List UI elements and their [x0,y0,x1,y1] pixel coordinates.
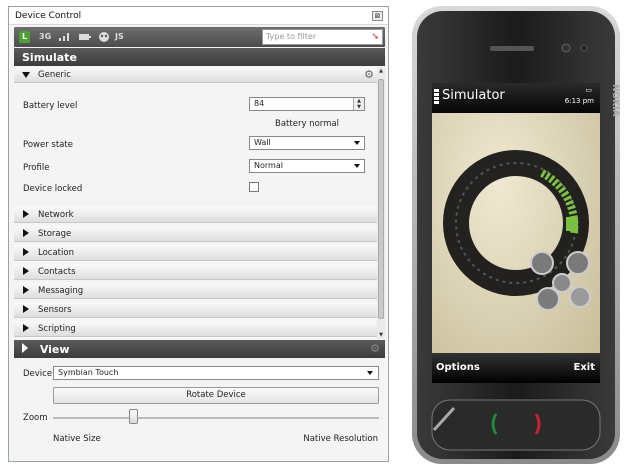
wallpaper-graphic [443,150,591,311]
shortcut-icon[interactable] [569,286,591,308]
section-label: Scripting [38,324,76,334]
screen-wallpaper [432,113,600,353]
softkey-bar: Options Exit [432,353,600,383]
device-locked-checkbox[interactable] [249,182,259,192]
collapsed-arrow-icon [23,210,29,218]
section-label: Messaging [38,286,84,296]
panel-title: Device Control [15,11,82,21]
power-state-value: Wall [254,138,271,147]
globe-icon[interactable] [98,31,110,43]
chevron-down-icon [354,164,360,168]
battery-level-spinbox[interactable]: 84 ▲ ▼ [249,97,365,111]
softkey-exit[interactable]: Exit [574,362,596,373]
zoom-min-label: Native Size [53,434,101,444]
shortcut-icon[interactable] [552,273,572,293]
section-sensors[interactable]: Sensors [14,302,378,318]
battery-icon[interactable] [78,31,92,43]
section-label: Sensors [38,305,72,315]
generic-section-header[interactable]: Generic ⚙ [14,67,378,83]
zoom-slider-handle[interactable] [129,409,139,424]
signal-icon[interactable] [58,31,72,43]
chevron-down-icon [367,371,373,375]
power-state-select[interactable]: Wall [249,136,365,150]
view-header[interactable]: View ⚙ [14,340,385,358]
section-messaging[interactable]: Messaging [14,283,378,299]
close-button[interactable]: ⊠ [372,11,383,21]
front-camera [561,43,571,53]
device-locked-label: Device locked [23,184,83,194]
zoom-label: Zoom [23,413,48,423]
profile-select[interactable]: Normal [249,159,365,173]
screen-title: Simulator [442,88,505,103]
brand-logo: NOKIA [610,84,620,117]
battery-level-value: 84 [254,99,265,108]
section-storage[interactable]: Storage [14,226,378,242]
simulate-header[interactable]: Simulate [14,48,385,66]
collapsed-arrow-icon [23,229,29,237]
collapsed-arrow-icon [23,305,29,313]
shortcut-icon[interactable] [530,251,554,275]
screen-statusbar: Simulator ▭ 6:13 pm [432,83,600,113]
simulate-title: Simulate [22,51,77,64]
spin-arrows-icon[interactable]: ▲ ▼ [353,98,364,110]
collapsed-arrow-icon [23,248,29,256]
device-select[interactable]: Symbian Touch [53,366,379,380]
clear-filter-icon[interactable]: ➘ [371,32,379,42]
vertical-scrollbar[interactable]: ▲ ▼ [377,67,385,339]
battery-status: Battery normal [275,119,339,129]
scroll-thumb[interactable] [378,79,384,319]
zoom-slider-track[interactable] [53,417,379,419]
scroll-up-icon[interactable]: ▲ [377,67,385,75]
zoom-max-label: Native Resolution [303,434,378,444]
scroll-down-icon[interactable]: ▼ [377,331,385,339]
profile-label: Profile [23,163,50,173]
section-label: Location [38,248,74,258]
rotate-device-button[interactable]: Rotate Device [53,387,379,404]
shortcut-icon[interactable] [536,287,560,311]
chevron-down-icon [354,141,360,145]
section-contacts[interactable]: Contacts [14,264,378,280]
view-title: View [39,343,70,356]
screen-time: 6:13 pm [564,97,594,105]
collapsed-arrow-icon [23,267,29,275]
battery-level-label: Battery level [23,101,78,111]
softkey-options[interactable]: Options [436,362,480,373]
shortcut-icon[interactable] [566,251,590,275]
device-control-panel: Device Control ⊠ L 3G JS Type to filter … [8,6,389,462]
section-location[interactable]: Location [14,245,378,261]
speaker-grille [490,46,534,51]
scripting-icon[interactable]: JS [115,31,124,43]
profile-value: Normal [254,161,283,170]
section-label: Storage [38,229,72,239]
gear-icon[interactable]: ⚙ [370,342,380,355]
gear-icon[interactable]: ⚙ [364,68,374,81]
phone-screen: Simulator ▭ 6:13 pm Options Exit [432,83,600,383]
collapsed-arrow-icon [22,343,28,353]
signal-icon [434,89,439,104]
collapsed-arrow-icon [23,286,29,294]
filter-placeholder: Type to filter [266,32,317,41]
generic-label: Generic [38,70,71,80]
device-value: Symbian Touch [58,368,119,377]
filter-input[interactable]: Type to filter ➘ [262,29,383,45]
panel-titlebar: Device Control ⊠ [9,7,388,25]
device-label: Device [23,369,53,379]
section-network[interactable]: Network [14,207,378,223]
collapsed-arrow-icon [23,324,29,332]
battery-icon: ▭ [585,86,592,94]
generic-icon[interactable]: L [19,31,30,43]
toolbar: L 3G JS Type to filter ➘ [14,27,385,47]
expanded-arrow-icon [22,72,30,78]
section-label: Network [38,210,74,220]
section-label: Contacts [38,267,76,277]
network-3g-icon[interactable]: 3G [39,31,51,43]
section-scripting[interactable]: Scripting [14,321,378,337]
power-state-label: Power state [23,140,73,150]
